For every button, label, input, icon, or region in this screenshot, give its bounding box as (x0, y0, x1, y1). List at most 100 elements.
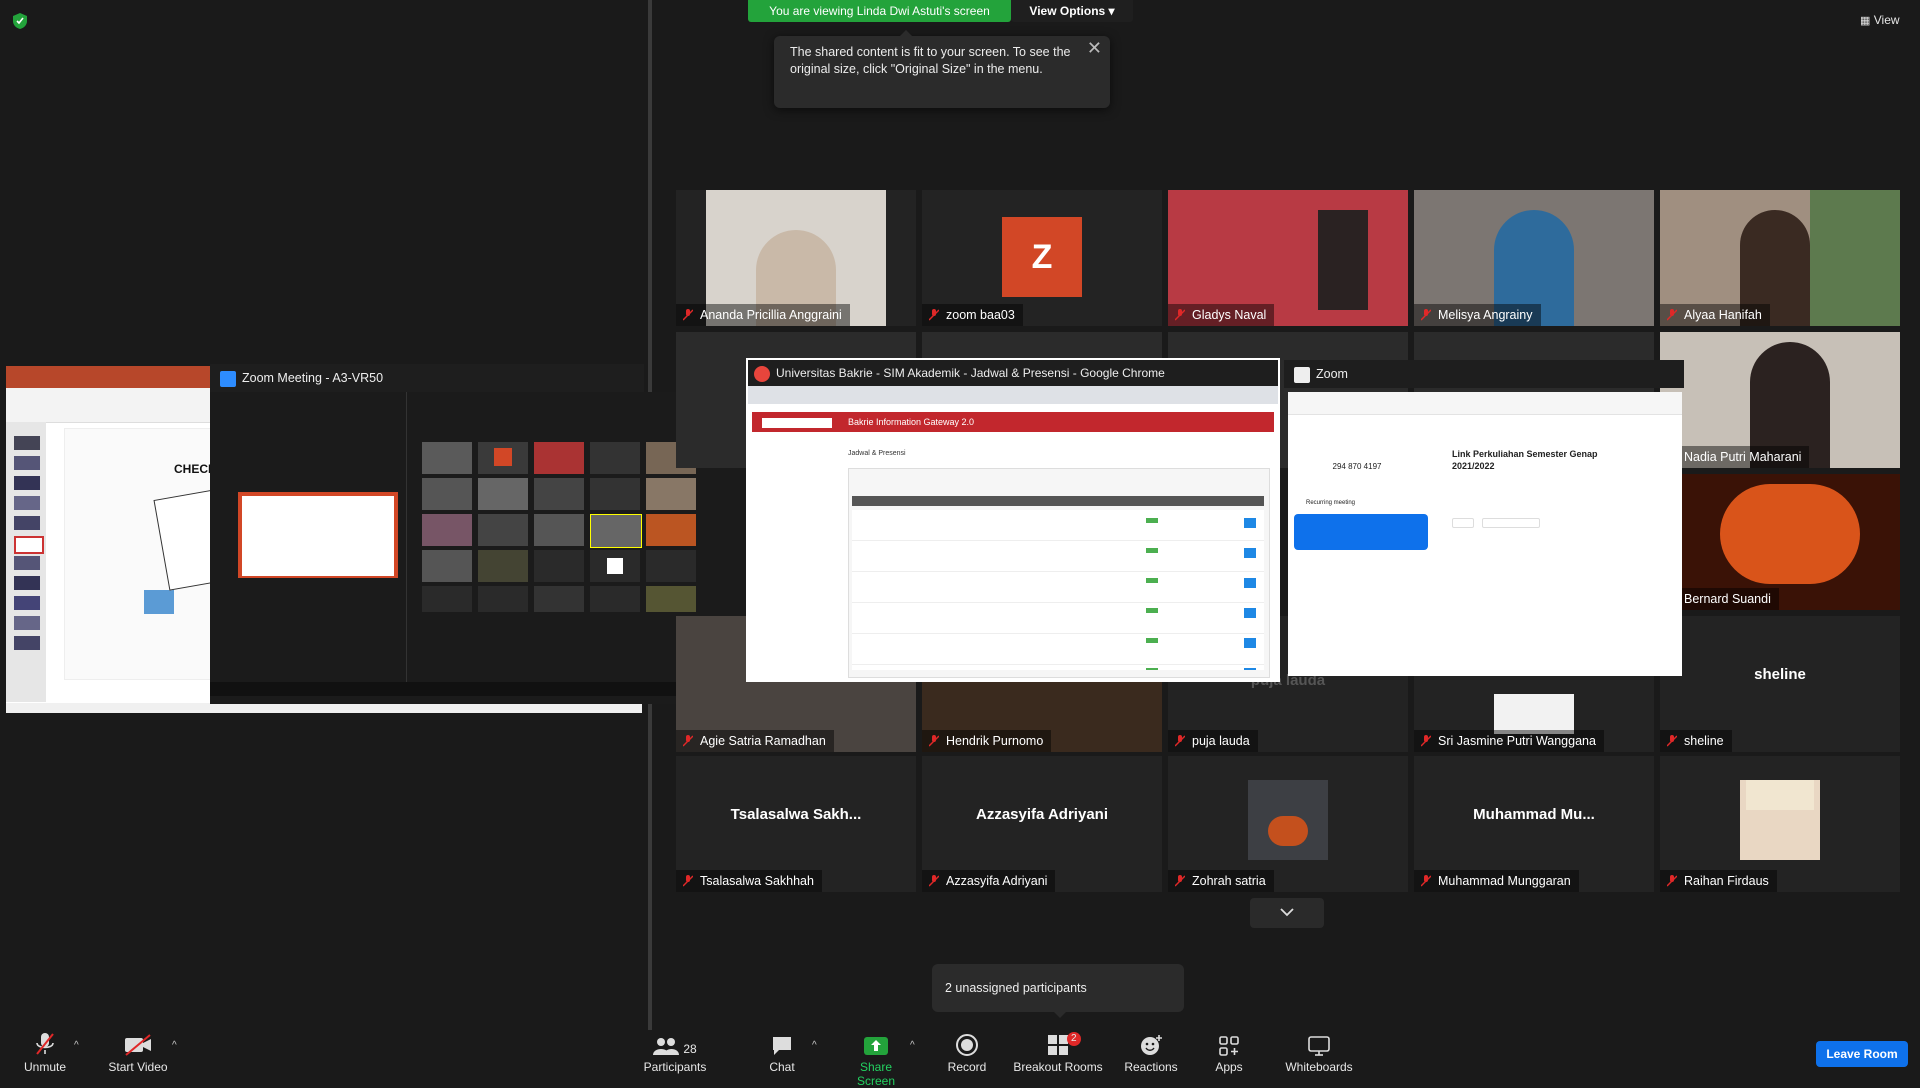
participant-display-name: sheline (1754, 666, 1806, 683)
gallery-next-page-button[interactable] (1250, 898, 1324, 928)
apps-icon (1219, 1036, 1239, 1056)
participants-icon (653, 1038, 680, 1055)
recurring-label: Recurring meeting (1306, 500, 1356, 506)
record-button[interactable]: Record (944, 1032, 990, 1074)
viewing-screen-banner: You are viewing Linda Dwi Astuti's scree… (748, 0, 1011, 22)
encryption-shield-icon[interactable] (12, 12, 28, 30)
meeting-topic: Link Perkuliahan Semester Genap 2021/202… (1452, 449, 1598, 471)
participants-count: 28 (683, 1042, 697, 1056)
chrome-window[interactable]: Universitas Bakrie - SIM Akademik - Jadw… (746, 358, 1280, 682)
share-screen-icon (864, 1037, 888, 1055)
share-options-caret[interactable]: ^ (910, 1040, 915, 1051)
muted-mic-icon (1175, 735, 1185, 747)
participant-name: Alyaa Hanifah (1684, 308, 1762, 322)
start-video-label: Start Video (108, 1060, 168, 1074)
participant-tile[interactable]: Melisya Angrainy (1414, 190, 1654, 326)
view-label: View (1873, 13, 1900, 27)
record-label: Record (947, 1060, 987, 1074)
chat-button[interactable]: Chat (762, 1032, 802, 1074)
participant-name: Melisya Angrainy (1438, 308, 1533, 322)
muted-mic-icon (1421, 875, 1431, 887)
participant-tile[interactable]: Ananda Pricillia Anggraini (676, 190, 916, 326)
zoom-app-window[interactable]: 294 870 4197 Recurring meeting Link Perk… (1288, 392, 1682, 676)
participant-display-name: Muhammad Mu... (1473, 806, 1595, 823)
unmute-button[interactable]: Unmute (14, 1032, 76, 1074)
participants-button[interactable]: 28 Participants (640, 1032, 710, 1074)
participant-tile[interactable]: sheline sheline (1660, 616, 1900, 752)
chat-icon (773, 1037, 791, 1055)
muted-mic-icon (1667, 309, 1677, 321)
chevron-down-icon: ▾ (1108, 4, 1115, 18)
apps-button[interactable]: Apps (1212, 1032, 1246, 1074)
close-icon[interactable]: ✕ (1087, 39, 1102, 57)
zoom-app-titlebar[interactable]: Zoom (1284, 360, 1684, 388)
participant-name: Azzasyifa Adriyani (946, 874, 1048, 888)
chat-options-caret[interactable]: ^ (812, 1040, 817, 1051)
start-video-button[interactable]: Start Video (104, 1032, 172, 1074)
view-options-label: View Options (1029, 4, 1106, 18)
participant-tile[interactable]: Z zoom baa03 (922, 190, 1162, 326)
zoom-meeting-window[interactable] (210, 392, 740, 704)
muted-mic-icon (929, 735, 939, 747)
participant-name: puja lauda (1192, 734, 1250, 748)
participant-tile[interactable]: Gladys Naval (1168, 190, 1408, 326)
avatar: Z (1002, 217, 1082, 297)
unassigned-participants-popup[interactable]: 2 unassigned participants (932, 964, 1184, 1018)
reactions-smiley-icon (1141, 1035, 1162, 1055)
view-layout-button[interactable]: ▦ View (1860, 8, 1914, 32)
zoom-meeting-titlebar[interactable]: Zoom Meeting - A3-VR50 (210, 364, 644, 392)
participant-tile[interactable]: Muhammad Mu... Muhammad Munggaran (1414, 756, 1654, 892)
participant-tile[interactable]: Alyaa Hanifah (1660, 190, 1900, 326)
muted-mic-icon (683, 875, 693, 887)
participant-name: Zohrah satria (1192, 874, 1266, 888)
participant-tile[interactable]: Nadia Putri Maharani (1660, 332, 1900, 468)
muted-mic-icon (683, 735, 693, 747)
muted-mic-icon (1667, 875, 1677, 887)
muted-mic-icon (929, 309, 939, 321)
view-options-button[interactable]: View Options ▾ (1011, 0, 1133, 22)
participant-name: Raihan Firdaus (1684, 874, 1769, 888)
participant-tile[interactable]: Azzasyifa Adriyani Azzasyifa Adriyani (922, 756, 1162, 892)
participant-name: Gladys Naval (1192, 308, 1267, 322)
unassigned-text: 2 unassigned participants (945, 981, 1087, 995)
page-title: Jadwal & Presensi (848, 450, 906, 457)
participant-name: sheline (1684, 734, 1724, 748)
share-screen-label: Share Screen (856, 1060, 896, 1088)
reactions-label: Reactions (1124, 1060, 1178, 1074)
reactions-button[interactable]: Reactions (1120, 1032, 1182, 1074)
breakout-rooms-label: Breakout Rooms (1013, 1060, 1103, 1074)
muted-mic-icon (1421, 735, 1431, 747)
chevron-down-icon (1280, 908, 1294, 917)
muted-mic-icon (1667, 735, 1677, 747)
zoom-meeting-title: Zoom Meeting - A3-VR50 (242, 371, 384, 385)
zoom-window-icon (1294, 366, 1310, 383)
whiteboards-button[interactable]: Whiteboards (1280, 1032, 1358, 1074)
breakout-badge: 2 (1067, 1032, 1081, 1046)
participant-tile[interactable]: Tsalasalwa Sakh... Tsalasalwa Sakhhah (676, 756, 916, 892)
zoom-app-title: Zoom (1316, 367, 1348, 381)
participant-name: Muhammad Munggaran (1438, 874, 1571, 888)
participants-label: Participants (643, 1060, 707, 1074)
participant-name: zoom baa03 (946, 308, 1015, 322)
muted-mic-icon (1175, 309, 1185, 321)
participant-tile[interactable]: Bernard Suandi (1660, 474, 1900, 610)
zoom-app-icon (220, 370, 236, 387)
participant-name: Bernard Suandi (1684, 592, 1771, 606)
chrome-window-title: Universitas Bakrie - SIM Akademik - Jadw… (776, 366, 1165, 380)
muted-mic-icon (683, 309, 693, 321)
breakout-rooms-icon (1048, 1035, 1068, 1055)
participant-display-name: Tsalasalwa Sakh... (730, 806, 862, 823)
video-options-caret[interactable]: ^ (172, 1040, 177, 1051)
participant-tile[interactable]: Zohrah satria (1168, 756, 1408, 892)
participant-name: Sri Jasmine Putri Wanggana (1438, 734, 1596, 748)
meeting-id: 294 870 4197 (1332, 462, 1382, 471)
participant-tile[interactable]: Raihan Firdaus (1660, 756, 1900, 892)
grid-icon: ▦ (1860, 15, 1871, 27)
breakout-rooms-button[interactable]: 2 Breakout Rooms (1012, 1032, 1104, 1074)
apps-label: Apps (1215, 1060, 1243, 1074)
tooltip-text: The shared content is fit to your screen… (790, 45, 1071, 76)
record-icon (956, 1034, 978, 1056)
video-off-icon (125, 1034, 151, 1056)
audio-options-caret[interactable]: ^ (74, 1040, 79, 1051)
leave-room-button[interactable]: Leave Room (1816, 1041, 1908, 1067)
